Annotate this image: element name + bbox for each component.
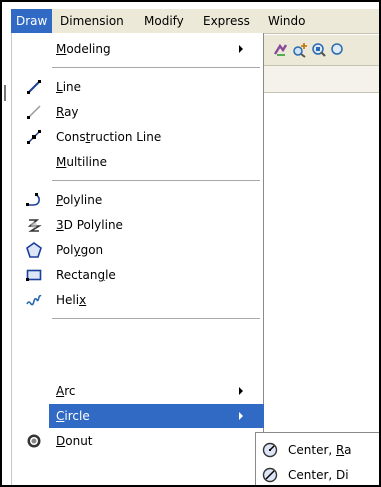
submenu-item-center-diameter[interactable]: Center, Di	[256, 463, 379, 485]
menu-modify[interactable]: Modify	[139, 9, 189, 33]
menu-window[interactable]: Windo	[263, 9, 311, 33]
zoom-previous-icon[interactable]	[330, 42, 346, 58]
left-edge-marker	[4, 85, 6, 101]
menu-item-construction-line[interactable]: Construction Line	[12, 125, 264, 149]
menu-item-rectangle[interactable]: Rectangle	[12, 263, 264, 287]
menu-item-label: Arc	[56, 384, 76, 398]
menu-item-label: 3D Polyline	[56, 218, 123, 232]
ray-icon	[26, 104, 42, 120]
menu-item-donut[interactable]: Donut	[12, 429, 264, 453]
toolbar-row-2	[264, 66, 379, 92]
toolbar-divider-2	[264, 92, 379, 93]
submenu-arrow-icon	[239, 412, 243, 420]
draw-menu: Modeling Line Ray Construction Line Mult…	[11, 33, 264, 485]
submenu-item-label: Center, Di	[288, 468, 349, 482]
menu-item-label: Helix	[56, 293, 87, 307]
menu-draw[interactable]: Draw	[11, 9, 53, 33]
menu-item-circle[interactable]: Circle	[49, 404, 264, 428]
menu-item-polygon[interactable]: Polygon	[12, 238, 264, 262]
circle-submenu: Center, Ra Center, Di	[255, 432, 379, 485]
menu-express[interactable]: Express	[198, 9, 255, 33]
menu-item-label: Multiline	[56, 155, 107, 169]
menu-item-3d-polyline[interactable]: 3D Polyline	[12, 213, 264, 237]
zoom-realtime-icon[interactable]	[292, 42, 308, 58]
menu-item-arc[interactable]: Arc	[12, 379, 264, 403]
menu-bar: Draw Dimension Modify Express Windo	[11, 9, 379, 34]
circle-center-radius-icon	[262, 442, 278, 458]
left-edge	[4, 35, 11, 485]
menu-item-modeling[interactable]: Modeling	[12, 37, 264, 61]
menu-separator	[52, 180, 260, 182]
menu-item-label: Rectangle	[56, 268, 116, 282]
pan-realtime-icon[interactable]	[273, 42, 289, 58]
menu-separator	[52, 67, 260, 69]
zoom-window-icon[interactable]	[311, 42, 327, 58]
submenu-item-center-radius[interactable]: Center, Ra	[256, 438, 379, 462]
menu-item-line[interactable]: Line	[12, 75, 264, 99]
menu-item-ray[interactable]: Ray	[12, 100, 264, 124]
menu-item-label: Polyline	[56, 193, 103, 207]
submenu-arrow-icon	[239, 45, 243, 53]
menu-item-label: Ray	[56, 105, 79, 119]
3d-polyline-icon	[26, 217, 42, 233]
toolbar	[264, 35, 379, 65]
donut-icon	[26, 433, 42, 449]
screenshot-frame: Draw Dimension Modify Express Windo Mode…	[0, 0, 381, 487]
menu-item-label: Polygon	[56, 243, 104, 257]
circle-center-diameter-icon	[262, 467, 278, 483]
submenu-item-label: Center, Ra	[288, 443, 352, 457]
menu-item-label: Construction Line	[56, 130, 162, 144]
menu-item-label: Circle	[56, 409, 90, 423]
menu-item-label: Modeling	[56, 42, 111, 56]
menu-item-helix[interactable]: Helix	[12, 288, 264, 312]
menu-separator	[52, 318, 260, 320]
polygon-icon	[26, 242, 42, 258]
line-icon	[26, 79, 42, 95]
rectangle-icon	[26, 267, 42, 283]
helix-icon	[26, 292, 42, 308]
polyline-icon	[26, 192, 42, 208]
submenu-arrow-icon	[239, 387, 243, 395]
menu-dimension[interactable]: Dimension	[55, 9, 129, 33]
menu-item-label: Line	[56, 80, 82, 94]
menu-item-polyline[interactable]: Polyline	[12, 188, 264, 212]
menu-item-label: Donut	[56, 434, 93, 448]
construction-line-icon	[26, 129, 42, 145]
menu-item-multiline[interactable]: Multiline	[12, 150, 264, 174]
